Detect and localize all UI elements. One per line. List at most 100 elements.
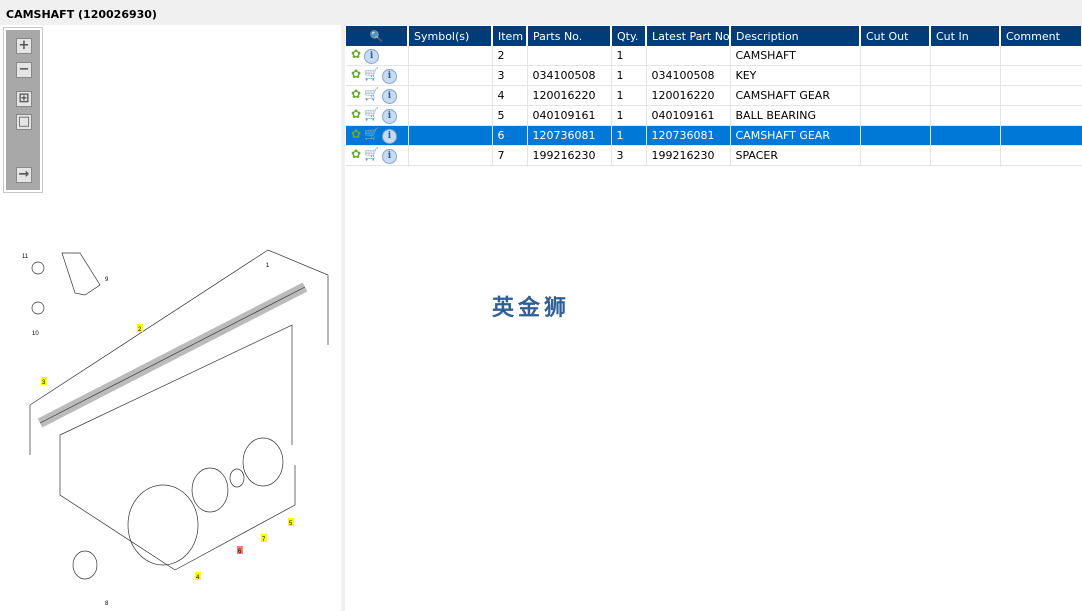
cut-out-cell: [860, 46, 931, 66]
description-cell: BALL BEARING: [730, 105, 861, 126]
gear-icon[interactable]: ✿: [351, 87, 361, 101]
diagram-pane[interactable]: 1 2 3 4 5 6 7 8 9 10 11: [0, 25, 341, 611]
zoom-in-button[interactable]: +: [16, 38, 32, 54]
info-icon[interactable]: i: [364, 49, 380, 64]
cart-icon[interactable]: 🛒: [364, 127, 379, 141]
gear-icon[interactable]: ✿: [351, 47, 361, 61]
cut-out-cell: [860, 145, 931, 166]
description-cell: SPACER: [730, 145, 861, 166]
splitter[interactable]: [341, 25, 345, 611]
parts-no-cell: 034100508: [527, 65, 612, 86]
symbols-cell: [408, 65, 493, 86]
table-row[interactable]: ✿ 🛒 i 5 040109161 1 040109161 BALL BEARING: [346, 105, 1082, 126]
cut-in-cell: [930, 46, 1001, 66]
item-cell: 7: [492, 145, 528, 166]
cut-in-cell: [930, 105, 1001, 126]
exploded-diagram: 1 2 3 4 5 6 7 8 9 10 11: [22, 249, 329, 607]
latest-part-no-cell: 199216230: [646, 145, 731, 166]
symbols-cell: [408, 105, 493, 126]
cart-icon[interactable]: 🛒: [364, 107, 379, 121]
parts-no-cell: [527, 46, 612, 66]
zoom-out-button[interactable]: −: [16, 62, 32, 78]
latest-part-no-cell: 120736081: [646, 125, 731, 146]
diagram-label: 1: [266, 263, 270, 269]
col-qty[interactable]: Qty.: [611, 26, 647, 46]
toggle-list-icon[interactable]: →: [16, 167, 32, 183]
qty-cell: 1: [611, 65, 647, 86]
qty-cell: 1: [611, 85, 647, 106]
parts-no-cell: 040109161: [527, 105, 612, 126]
page-title: CAMSHAFT (120026930): [6, 8, 157, 21]
latest-part-no-cell: 034100508: [646, 65, 731, 86]
cut-out-cell: [860, 65, 931, 86]
parts-no-cell: 120016220: [527, 85, 612, 106]
item-cell: 3: [492, 65, 528, 86]
watermark: 英金狮: [492, 296, 571, 321]
info-icon[interactable]: i: [382, 129, 398, 144]
info-icon[interactable]: i: [382, 149, 398, 164]
diagram-label: 10: [32, 331, 39, 337]
col-symbols[interactable]: Symbol(s): [408, 26, 493, 46]
item-cell: 4: [492, 85, 528, 106]
qty-cell: 3: [611, 145, 647, 166]
description-cell: KEY: [730, 65, 861, 86]
item-cell: 6: [492, 125, 528, 146]
gear-icon[interactable]: ✿: [351, 67, 361, 81]
description-cell: CAMSHAFT GEAR: [730, 85, 861, 106]
cart-icon[interactable]: 🛒: [364, 87, 379, 101]
cut-out-cell: [860, 105, 931, 126]
description-cell: CAMSHAFT: [730, 46, 861, 66]
gear-icon[interactable]: ✿: [351, 127, 361, 141]
table-row[interactable]: ✿ 🛒 i 3 034100508 1 034100508 KEY: [346, 65, 1082, 86]
info-icon[interactable]: i: [382, 89, 398, 104]
col-description[interactable]: Description: [730, 26, 861, 46]
table-row[interactable]: ✿ 🛒 i 6 120736081 1 120736081 CAMSHAFT GEA…: [346, 125, 1082, 146]
symbols-cell: [408, 145, 493, 166]
table-row[interactable]: ✿ 🛒 i 7 199216230 3 199216230 SPACER: [346, 145, 1082, 166]
symbols-cell: [408, 125, 493, 146]
cut-in-cell: [930, 145, 1001, 166]
info-icon[interactable]: i: [382, 69, 398, 84]
actual-size-icon[interactable]: □: [16, 114, 32, 130]
cut-out-cell: [860, 85, 931, 106]
symbols-cell: [408, 46, 493, 66]
parts-table: 🔍 Symbol(s) Item Parts No. Qty. Latest P…: [346, 26, 1082, 166]
search-icon[interactable]: 🔍: [346, 26, 409, 46]
comment-cell: [1000, 105, 1082, 126]
symbols-cell: [408, 85, 493, 106]
latest-part-no-cell: [646, 46, 731, 66]
gear-icon[interactable]: ✿: [351, 107, 361, 121]
cart-icon[interactable]: 🛒: [364, 67, 379, 81]
latest-part-no-cell: 120016220: [646, 85, 731, 106]
col-item[interactable]: Item: [492, 26, 528, 46]
cart-icon[interactable]: 🛒: [364, 147, 379, 161]
comment-cell: [1000, 85, 1082, 106]
comment-cell: [1000, 125, 1082, 146]
cut-out-cell: [860, 125, 931, 146]
table-row[interactable]: ✿ 🛒 i 4 120016220 1 120016220 CAMSHAFT GEA…: [346, 85, 1082, 106]
fit-all-icon[interactable]: ⊞: [16, 91, 32, 107]
gear-icon[interactable]: ✿: [351, 147, 361, 161]
col-comment[interactable]: Comment: [1000, 26, 1082, 46]
title-bar: CAMSHAFT (120026930): [0, 0, 1082, 25]
diagram-label: 11: [22, 254, 29, 260]
qty-cell: 1: [611, 46, 647, 66]
diagram-label: 8: [105, 601, 109, 607]
item-cell: 2: [492, 46, 528, 66]
qty-cell: 1: [611, 105, 647, 126]
col-latest-part-no[interactable]: Latest Part No.: [646, 26, 731, 46]
parts-no-cell: 199216230: [527, 145, 612, 166]
col-parts-no[interactable]: Parts No.: [527, 26, 612, 46]
cut-in-cell: [930, 125, 1001, 146]
table-row[interactable]: ✿ i 2 1 CAMSHAFT: [346, 46, 1082, 66]
diagram-toolbar: + − ⊞ □ →: [3, 27, 43, 193]
description-cell: CAMSHAFT GEAR: [730, 125, 861, 146]
item-cell: 5: [492, 105, 528, 126]
cut-in-cell: [930, 65, 1001, 86]
col-cut-out[interactable]: Cut Out: [860, 26, 931, 46]
info-icon[interactable]: i: [382, 109, 398, 124]
diagram-label: 9: [105, 277, 109, 283]
comment-cell: [1000, 65, 1082, 86]
col-cut-in[interactable]: Cut In: [930, 26, 1001, 46]
latest-part-no-cell: 040109161: [646, 105, 731, 126]
